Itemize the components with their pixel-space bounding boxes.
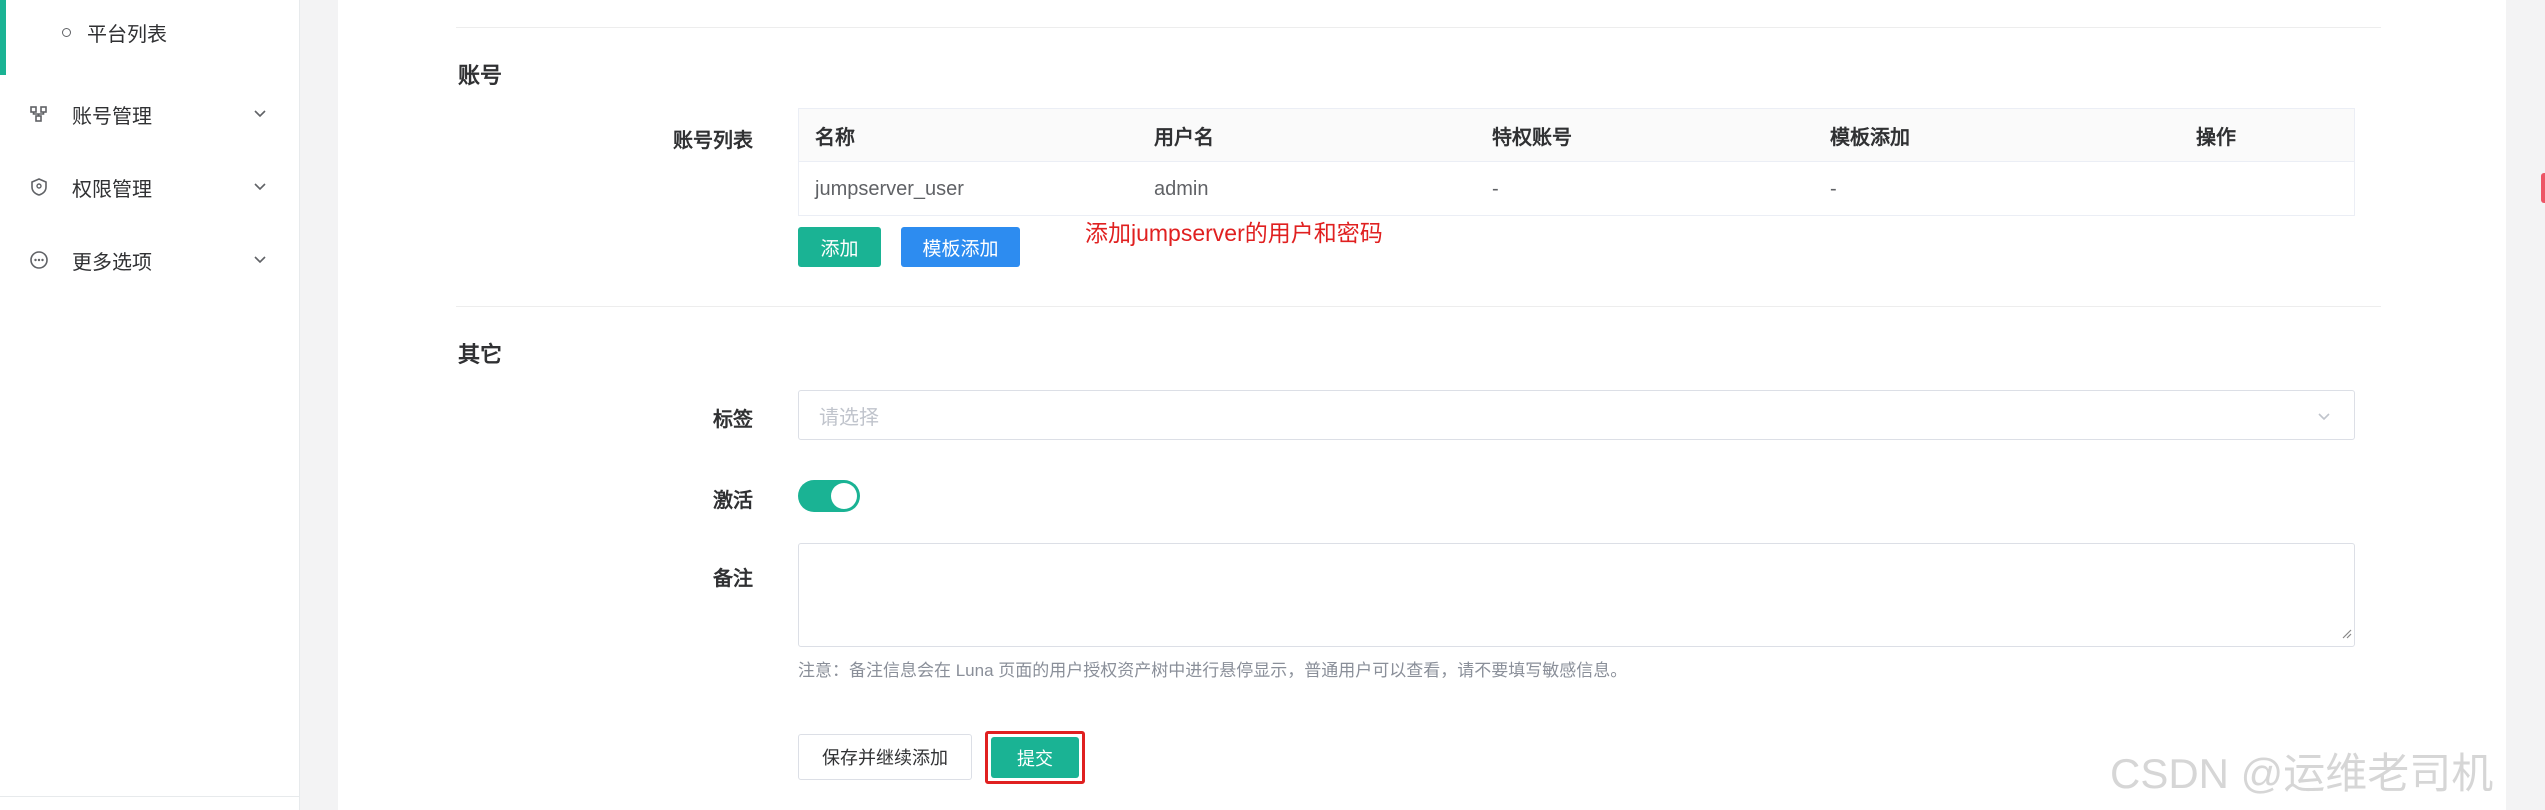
cell-username: admin	[1154, 177, 1209, 200]
section-title-other: 其它	[458, 342, 503, 367]
sidebar-divider	[0, 796, 300, 797]
table-row: jumpserver_user admin - -	[799, 162, 2545, 216]
column-header-actions: 操作	[2196, 126, 2236, 149]
add-account-button[interactable]: 添加	[798, 227, 881, 267]
sidebar-item-label: 更多选项	[72, 251, 152, 274]
active-label: 激活	[713, 490, 753, 512]
sidebar-item-permission-management[interactable]: 权限管理	[0, 162, 300, 212]
cell-privileged: -	[1492, 177, 1499, 200]
table-header: 名称 用户名 特权账号 模板添加 操作	[799, 109, 2354, 162]
more-circle-icon	[28, 249, 50, 271]
shield-icon	[28, 176, 50, 198]
sidebar-item-account-management[interactable]: 账号管理	[0, 89, 300, 139]
active-indicator	[0, 0, 6, 75]
column-header-name: 名称	[815, 126, 855, 149]
remove-account-button[interactable]	[2541, 173, 2545, 203]
main-form-panel: 账号 账号列表 名称 用户名 特权账号 模板添加 操作 jumpserver_u…	[338, 0, 2545, 810]
section-divider	[456, 27, 2381, 28]
sidebar-item-more-options[interactable]: 更多选项	[0, 235, 300, 285]
tags-label: 标签	[713, 409, 753, 431]
template-add-button[interactable]: 模板添加	[901, 227, 1020, 267]
tags-select[interactable]: 请选择	[798, 390, 2355, 440]
cell-template: -	[1830, 177, 1837, 200]
tags-placeholder: 请选择	[819, 406, 879, 429]
account-table: 名称 用户名 特权账号 模板添加 操作 jumpserver_user admi…	[798, 108, 2545, 216]
sidebar-item-label: 权限管理	[72, 178, 152, 201]
account-tree-icon	[28, 103, 50, 125]
comment-textarea[interactable]	[798, 543, 2355, 647]
section-divider	[456, 306, 2381, 307]
chevron-down-icon	[250, 176, 270, 202]
chevron-down-icon	[250, 103, 270, 129]
section-title-account: 账号	[458, 63, 503, 88]
submit-button[interactable]: 提交	[991, 737, 1079, 778]
comment-label: 备注	[713, 568, 753, 590]
column-header-username: 用户名	[1154, 126, 1214, 149]
column-header-template: 模板添加	[1830, 126, 1910, 149]
save-and-continue-button[interactable]: 保存并继续添加	[798, 734, 972, 780]
sidebar: 平台列表 账号管理 权限管理 更多选项	[0, 0, 300, 810]
resize-grip-icon[interactable]	[2340, 626, 2352, 644]
toggle-knob	[831, 483, 857, 509]
sidebar-item-label: 账号管理	[72, 105, 152, 128]
column-header-privileged: 特权账号	[1492, 126, 1572, 149]
account-list-label: 账号列表	[673, 130, 753, 152]
active-toggle[interactable]	[798, 480, 860, 512]
watermark: CSDN @运维老司机	[2110, 750, 2494, 797]
sidebar-subitem-platform-list[interactable]: 平台列表	[62, 14, 167, 50]
cell-name: jumpserver_user	[815, 177, 964, 200]
chevron-down-icon	[250, 249, 270, 275]
bullet-icon	[62, 27, 71, 37]
sidebar-subitem-label: 平台列表	[87, 23, 167, 46]
chevron-down-icon	[2314, 406, 2334, 431]
comment-note: 注意：备注信息会在 Luna 页面的用户授权资产树中进行悬停显示，普通用户可以查…	[798, 661, 1628, 680]
annotation-text: 添加jumpserver的用户和密码	[1085, 220, 1383, 246]
